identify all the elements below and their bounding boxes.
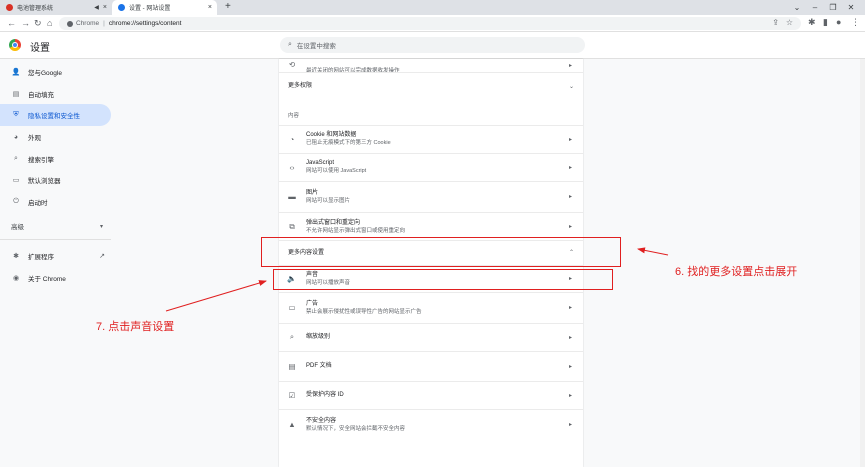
annotation-step6: 6. 找的更多设置点击展开 xyxy=(675,266,798,278)
annotation-step7: 7. 点击声音设置 xyxy=(96,321,175,333)
annotation-arrows xyxy=(165,247,669,312)
arrow-step6 xyxy=(637,247,669,256)
arrow-step7 xyxy=(165,280,267,312)
